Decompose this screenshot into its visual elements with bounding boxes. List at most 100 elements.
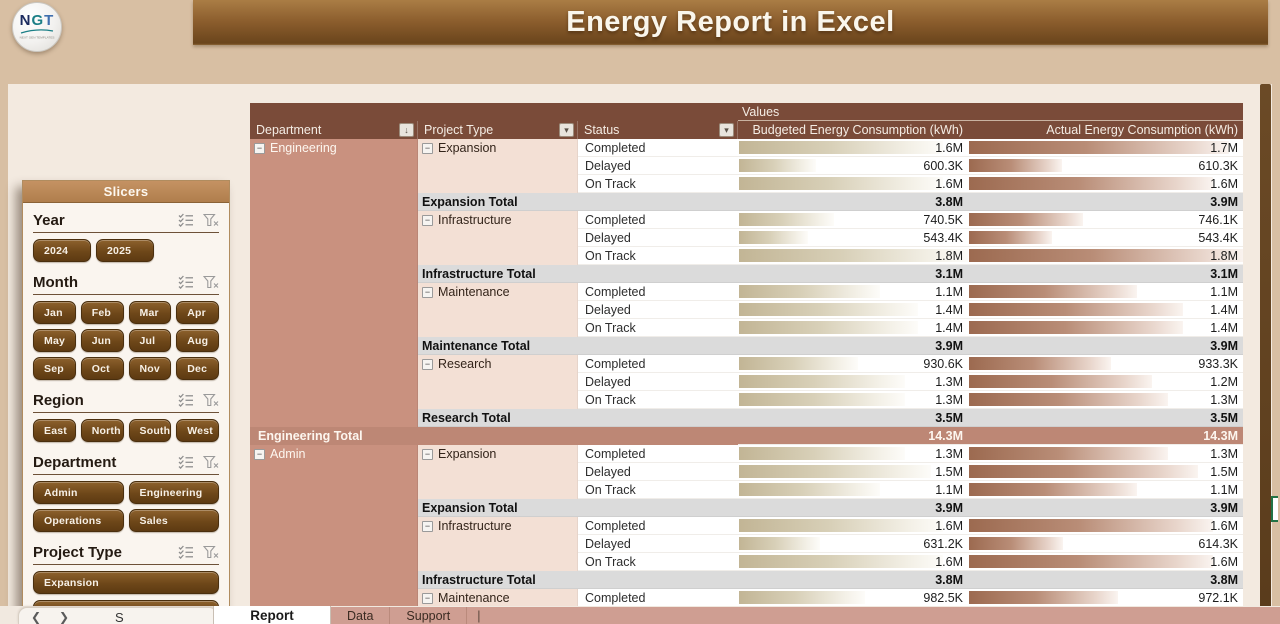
slicer-button-2025[interactable]: 2025 — [96, 239, 154, 262]
department-cell — [250, 373, 418, 391]
multi-select-icon[interactable] — [178, 455, 194, 469]
actual-data-bar — [969, 231, 1052, 244]
actual-cell: 1.4M — [968, 301, 1243, 319]
multi-select-icon[interactable] — [178, 545, 194, 559]
subtotal-label: Expansion Total — [418, 193, 578, 211]
budgeted-data-bar — [739, 249, 968, 262]
multi-select-icon[interactable] — [178, 213, 194, 227]
collapse-button[interactable]: − — [422, 143, 433, 154]
collapse-button[interactable]: − — [422, 593, 433, 604]
column-header-budgeted: Budgeted Energy Consumption (kWh) — [738, 121, 968, 139]
slicer-button-sep[interactable]: Sep — [33, 357, 76, 380]
pivot-data-row: On Track1.3M1.3M — [250, 391, 1243, 409]
slicer-button-jul[interactable]: Jul — [129, 329, 172, 352]
budgeted-cell: 1.4M — [738, 319, 968, 337]
slicer-section-title: Year — [33, 212, 178, 229]
slicer-button-2024[interactable]: 2024 — [33, 239, 91, 262]
slicer-button-engineering[interactable]: Engineering — [129, 481, 220, 504]
pivot-data-row: On Track1.4M1.4M — [250, 319, 1243, 337]
department-sort-filter-button[interactable]: ↓ — [399, 123, 414, 137]
project-type-cell: −Infrastructure — [418, 211, 578, 229]
slicer-button-north[interactable]: North — [81, 419, 124, 442]
sheet-tab-bar: ❮ ❯ S Report DataSupport| — [0, 606, 1280, 624]
selection-indicator — [1271, 496, 1278, 522]
budgeted-data-bar — [739, 537, 820, 550]
slicer-button-admin[interactable]: Admin — [33, 481, 124, 504]
clear-filter-icon[interactable] — [203, 455, 219, 469]
tab-data[interactable]: Data — [331, 607, 390, 624]
status-cell: Completed — [578, 211, 738, 229]
slicer-button-oct[interactable]: Oct — [81, 357, 124, 380]
department-cell: −Engineering — [250, 139, 418, 157]
budgeted-data-bar — [739, 177, 943, 190]
clear-filter-icon[interactable] — [203, 393, 219, 407]
slicer-button-west[interactable]: West — [176, 419, 219, 442]
pivot-data-row: −ResearchCompleted930.6K933.3K — [250, 355, 1243, 373]
budgeted-cell: 631.2K — [738, 535, 968, 553]
slicer-button-expansion[interactable]: Expansion — [33, 571, 219, 594]
project-type-filter-button[interactable]: ▾ — [559, 123, 574, 137]
slicer-button-dec[interactable]: Dec — [176, 357, 219, 380]
department-cell — [250, 319, 418, 337]
slicer-button-jun[interactable]: Jun — [81, 329, 124, 352]
project-type-cell — [418, 553, 578, 571]
tab-support[interactable]: Support — [390, 607, 467, 624]
clear-filter-icon[interactable] — [203, 545, 219, 559]
sheet-next-button[interactable]: ❯ — [59, 608, 69, 624]
subtotal-label: Infrastructure Total — [418, 571, 578, 589]
project-type-cell: −Research — [418, 355, 578, 373]
slicer-button-mar[interactable]: Mar — [129, 301, 172, 324]
subtotal-label: Expansion Total — [418, 499, 578, 517]
status-cell: Completed — [578, 589, 738, 607]
status-cell: Completed — [578, 445, 738, 463]
values-header: Values — [738, 103, 1243, 121]
actual-data-bar — [969, 591, 1118, 604]
slicer-button-operations[interactable]: Operations — [33, 509, 124, 532]
actual-data-bar — [969, 519, 1213, 532]
status-cell: Delayed — [578, 373, 738, 391]
pivot-data-row: On Track1.6M1.6M — [250, 553, 1243, 571]
slicer-button-apr[interactable]: Apr — [176, 301, 219, 324]
budgeted-cell: 1.4M — [738, 301, 968, 319]
clear-filter-icon[interactable] — [203, 275, 219, 289]
collapse-button[interactable]: − — [254, 143, 265, 154]
actual-data-bar — [969, 177, 1213, 190]
column-header-department: Department ↓ — [250, 121, 418, 139]
pivot-data-row: −InfrastructureCompleted740.5K746.1K — [250, 211, 1243, 229]
slicer-button-south[interactable]: South — [129, 419, 172, 442]
department-cell — [250, 283, 418, 301]
collapse-button[interactable]: − — [422, 215, 433, 226]
project-type-cell: −Expansion — [418, 445, 578, 463]
slicer-section-title: Project Type — [33, 544, 178, 561]
slicer-button-east[interactable]: East — [33, 419, 76, 442]
slicer-section-title: Department — [33, 454, 178, 471]
collapse-button[interactable]: − — [422, 521, 433, 532]
clear-filter-icon[interactable] — [203, 213, 219, 227]
pivot-subtotal-row: Research Total3.5M3.5M — [250, 409, 1243, 427]
sheet-prev-button[interactable]: ❮ — [31, 608, 41, 624]
project-type-cell — [418, 319, 578, 337]
sheet-tab-strip: DataSupport| — [331, 607, 1280, 624]
slicer-button-jan[interactable]: Jan — [33, 301, 76, 324]
department-cell — [250, 229, 418, 247]
slicer-button-may[interactable]: May — [33, 329, 76, 352]
slicer-button-feb[interactable]: Feb — [81, 301, 124, 324]
pivot-table: Values Department ↓ Project Type ▾ Statu… — [250, 103, 1243, 611]
multi-select-icon[interactable] — [178, 393, 194, 407]
status-filter-button[interactable]: ▾ — [719, 123, 734, 137]
project-type-cell — [418, 229, 578, 247]
column-header-actual: Actual Energy Consumption (kWh) — [968, 121, 1243, 139]
collapse-button[interactable]: − — [422, 359, 433, 370]
collapse-button[interactable]: − — [422, 287, 433, 298]
slicer-button-nov[interactable]: Nov — [129, 357, 172, 380]
slicer-button-aug[interactable]: Aug — [176, 329, 219, 352]
collapse-button[interactable]: − — [422, 449, 433, 460]
pivot-data-row: −MaintenanceCompleted982.5K972.1K — [250, 589, 1243, 607]
tab-report[interactable]: Report — [213, 606, 331, 624]
department-cell — [250, 355, 418, 373]
pivot-data-row: Delayed1.4M1.4M — [250, 301, 1243, 319]
slicer-button-sales[interactable]: Sales — [129, 509, 220, 532]
collapse-button[interactable]: − — [254, 449, 265, 460]
multi-select-icon[interactable] — [178, 275, 194, 289]
vertical-scrollbar[interactable] — [1260, 84, 1271, 608]
